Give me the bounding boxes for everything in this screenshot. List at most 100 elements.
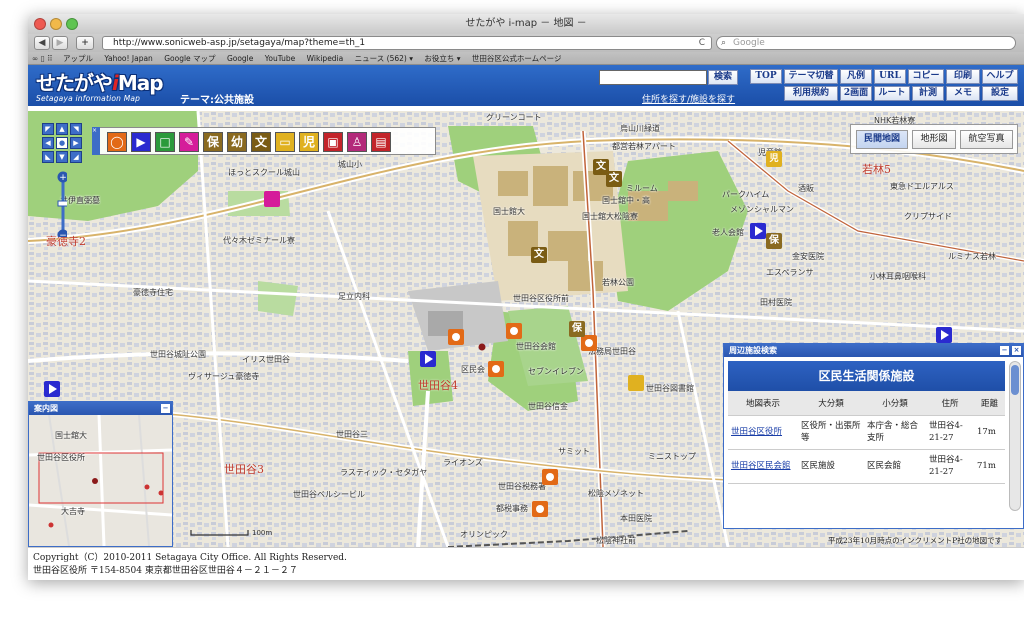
pan-up-right-button[interactable]: ◥: [70, 123, 82, 135]
bookmark-item[interactable]: Wikipedia: [307, 52, 344, 65]
map-label: 世田谷税務署: [498, 482, 546, 491]
facility-marker[interactable]: [420, 351, 436, 367]
minimize-icon[interactable]: −: [1000, 346, 1009, 355]
close-window-button[interactable]: [34, 18, 46, 30]
minor-category-cell: 本庁舎・総合支所: [864, 415, 926, 450]
zoom-slider[interactable]: + −: [57, 171, 67, 237]
bookmark-item[interactable]: Google マップ: [164, 52, 215, 65]
facility-link[interactable]: 世田谷区役所: [728, 415, 798, 450]
bookmark-item[interactable]: お役立ち ▾: [424, 52, 460, 65]
category-flag-button[interactable]: ▶: [131, 132, 151, 152]
svg-text:+: +: [59, 173, 67, 183]
facility-marker[interactable]: 文: [606, 171, 622, 187]
category-nursery-button[interactable]: 保: [203, 132, 223, 152]
facility-marker[interactable]: [936, 327, 952, 343]
map-type-topographic-button[interactable]: 地形図: [912, 130, 956, 149]
bookmark-item[interactable]: YouTube: [265, 52, 296, 65]
pan-down-button[interactable]: ▼: [56, 151, 68, 163]
category-children-button[interactable]: 児: [299, 132, 319, 152]
nav-legend-button[interactable]: 凡例: [840, 69, 872, 84]
nav-help-button[interactable]: ヘルプ: [982, 69, 1018, 84]
facility-marker[interactable]: 保: [569, 321, 585, 337]
category-circle-button[interactable]: ◯: [107, 132, 127, 152]
nav-dual-screen-button[interactable]: 2画面: [840, 86, 872, 101]
guide-map-panel: 案内図 − 国士舘大 世田谷区役所 大吉寺: [28, 401, 173, 547]
zoom-window-button[interactable]: [66, 18, 78, 30]
pan-center-button[interactable]: ●: [56, 137, 68, 149]
facility-marker[interactable]: [44, 381, 60, 397]
facility-marker[interactable]: [264, 191, 280, 207]
bookmark-item[interactable]: Google: [227, 52, 253, 65]
facility-marker[interactable]: 児: [766, 151, 782, 167]
nearby-scrollbar[interactable]: [1009, 361, 1021, 511]
category-person-button[interactable]: ♙: [347, 132, 367, 152]
category-kindergarten-button[interactable]: 幼: [227, 132, 247, 152]
pan-down-left-button[interactable]: ◣: [42, 151, 54, 163]
nav-top-button[interactable]: TOP: [750, 69, 782, 84]
category-school-button[interactable]: 文: [251, 132, 271, 152]
pan-up-button[interactable]: ▲: [56, 123, 68, 135]
facility-marker[interactable]: 保: [766, 233, 782, 249]
reading-list-icon[interactable]: ∞ ▯ ⠿: [32, 52, 53, 65]
new-tab-button[interactable]: +: [76, 36, 94, 50]
map-canvas[interactable]: グリーンコート 烏山川緑道 都営若林アパート NHK若林寮 城山小 ほっとスクー…: [28, 111, 1024, 547]
map-type-aerial-button[interactable]: 航空写真: [960, 130, 1013, 149]
pan-down-right-button[interactable]: ◢: [70, 151, 82, 163]
minimize-window-button[interactable]: [50, 18, 62, 30]
nav-memo-button[interactable]: メモ: [946, 86, 980, 101]
facility-link[interactable]: 世田谷区民会館: [728, 449, 798, 484]
pan-up-left-button[interactable]: ◤: [42, 123, 54, 135]
reload-icon[interactable]: C: [699, 37, 705, 49]
bookmark-item[interactable]: Yahoo! Japan: [104, 52, 152, 65]
url-field[interactable]: http://www.sonicweb-asp.jp/setagaya/map?…: [102, 36, 712, 50]
map-label: ヴィサージュ豪徳寺: [188, 372, 260, 381]
table-header-row: 地図表示 大分類 小分類 住所 距離: [728, 391, 1005, 416]
facility-marker[interactable]: [581, 335, 597, 351]
facility-marker[interactable]: 文: [531, 247, 547, 263]
category-pen-button[interactable]: ✎: [179, 132, 199, 152]
bookmark-item[interactable]: 世田谷区公式ホームページ: [472, 52, 562, 65]
pan-right-button[interactable]: ▶: [70, 137, 82, 149]
category-fire-button[interactable]: ▣: [323, 132, 343, 152]
bookmark-item[interactable]: ニュース (562) ▾: [355, 52, 413, 65]
facility-marker[interactable]: [532, 501, 548, 517]
column-header: 大分類: [798, 391, 864, 416]
map-label: 豪徳寺住宅: [133, 288, 173, 297]
bookmark-item[interactable]: アップル: [63, 52, 93, 65]
minimize-icon[interactable]: −: [161, 404, 170, 413]
category-library-button[interactable]: ▭: [275, 132, 295, 152]
facility-marker[interactable]: [750, 223, 766, 239]
site-logo[interactable]: せたがやiMap Setagaya information Map: [36, 67, 164, 103]
nav-url-button[interactable]: URL: [874, 69, 906, 84]
facility-marker[interactable]: [506, 323, 522, 339]
facility-marker[interactable]: [628, 375, 644, 391]
address-search-link[interactable]: 住所を探す: [642, 95, 687, 105]
guide-map-canvas[interactable]: [28, 414, 173, 547]
pan-left-button[interactable]: ◀: [42, 137, 54, 149]
browser-search-field[interactable]: ⌕ Google: [716, 36, 1016, 50]
nav-terms-button[interactable]: 利用規約: [784, 86, 838, 101]
nav-theme-switch-button[interactable]: テーマ切替: [784, 69, 838, 84]
facility-marker[interactable]: [448, 329, 464, 345]
nav-route-button[interactable]: ルート: [874, 86, 910, 101]
nav-settings-button[interactable]: 設定: [982, 86, 1018, 101]
back-button[interactable]: ◀: [34, 36, 50, 50]
facility-marker[interactable]: [488, 361, 504, 377]
close-icon[interactable]: ×: [1012, 346, 1021, 355]
guide-label: 大吉寺: [61, 507, 85, 516]
facility-search-link[interactable]: /施設を探す: [687, 95, 735, 105]
map-type-private-button[interactable]: 民間地図: [856, 130, 908, 149]
category-toolbar-close[interactable]: ×: [92, 127, 100, 155]
nav-copy-button[interactable]: コピー: [908, 69, 944, 84]
map-label: メゾンシャルマン: [730, 205, 794, 214]
facility-marker[interactable]: [542, 469, 558, 485]
map-label: ルミナス若林: [948, 252, 996, 261]
nav-measure-button[interactable]: 計測: [912, 86, 944, 101]
map-label: 本田医院: [620, 514, 652, 523]
category-square-button[interactable]: □: [155, 132, 175, 152]
site-search-button[interactable]: 検索: [708, 70, 738, 85]
category-medical-button[interactable]: ▤: [371, 132, 391, 152]
site-search-input[interactable]: [599, 70, 707, 85]
nav-print-button[interactable]: 印刷: [946, 69, 980, 84]
forward-button[interactable]: ▶: [52, 36, 68, 50]
